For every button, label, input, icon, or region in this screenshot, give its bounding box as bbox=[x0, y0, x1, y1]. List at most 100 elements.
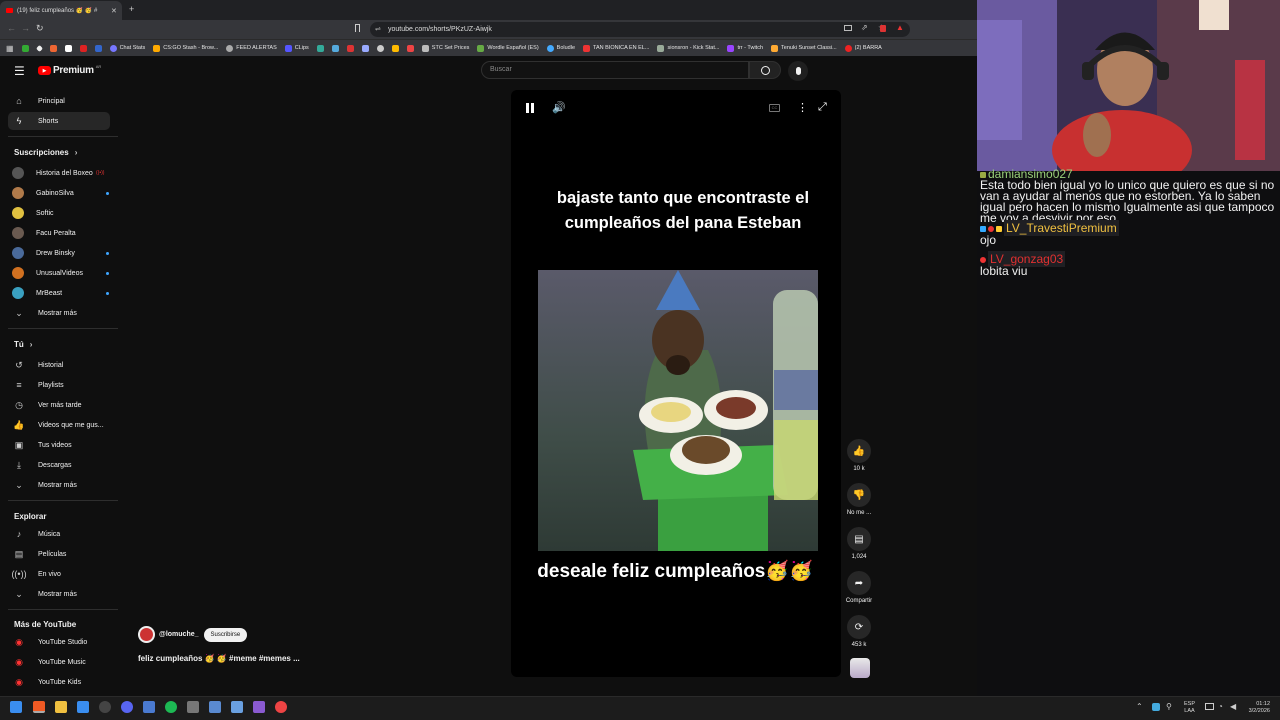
channel-handle[interactable]: @lomuche_ bbox=[159, 631, 199, 638]
sidebar-subscription[interactable]: GabinoSilva bbox=[8, 184, 110, 202]
dislike-action[interactable]: 👎 No me ... bbox=[843, 483, 875, 516]
bookmark-stc-set-prices[interactable]: STC Set Prices bbox=[421, 44, 469, 52]
app-icon[interactable] bbox=[143, 701, 155, 713]
bookmark-icon[interactable] bbox=[331, 44, 339, 52]
like-action[interactable]: 👍 10 k bbox=[843, 439, 875, 472]
bookmark-icon[interactable] bbox=[35, 44, 43, 52]
bookmark-feed-alertas[interactable]: FEED ALERTAS bbox=[226, 44, 277, 52]
apps-grid-icon[interactable]: ▦ bbox=[6, 44, 14, 53]
tray-chevron-icon[interactable]: ⌃ bbox=[1136, 702, 1143, 711]
bookmark-icon[interactable] bbox=[64, 44, 72, 52]
language-indicator[interactable]: ESP LAA bbox=[1184, 701, 1195, 715]
app-icon[interactable] bbox=[77, 701, 89, 713]
extension-shield-icon[interactable] bbox=[880, 25, 886, 32]
sidebar-item-your-videos[interactable]: ▣ Tus videos bbox=[8, 436, 110, 454]
remix-action[interactable]: ⟳ 453 k bbox=[843, 615, 875, 648]
sidebar-item-playlists[interactable]: ≡ Playlists bbox=[8, 376, 110, 394]
search-input[interactable]: Buscar bbox=[481, 61, 749, 79]
sidebar-item-watch-later[interactable]: ◷ Ver más tarde bbox=[8, 396, 110, 414]
sidebar-item-music[interactable]: ♪ Música bbox=[8, 525, 110, 543]
wifi-icon[interactable]: ◔ bbox=[1218, 702, 1223, 711]
remix-icon[interactable]: ⟳ bbox=[847, 615, 871, 639]
bookmark-icon[interactable] bbox=[49, 44, 57, 52]
chat-username[interactable]: LV_TravestiPremium bbox=[1004, 220, 1119, 236]
bookmark-icon[interactable] bbox=[21, 44, 29, 52]
captions-icon[interactable]: CC bbox=[769, 104, 780, 112]
sidebar-item-historial[interactable]: ↺ Historial bbox=[8, 356, 110, 374]
sidebar-item-youtube-music[interactable]: ◉ YouTube Music bbox=[8, 653, 110, 671]
bookmark-clips[interactable]: CLips bbox=[284, 44, 309, 52]
sidebar-subscription[interactable]: Softic bbox=[8, 204, 110, 222]
audio-thumbnail[interactable] bbox=[850, 658, 870, 678]
bookmark-icon[interactable] bbox=[79, 44, 87, 52]
site-info-icon[interactable]: ⇌ bbox=[375, 25, 381, 33]
brave-browser-icon[interactable] bbox=[33, 701, 45, 713]
app-icon[interactable] bbox=[253, 701, 265, 713]
bookmark-csgo-stash[interactable]: CS:GO Stash - Brow... bbox=[153, 44, 218, 52]
back-icon[interactable]: ← bbox=[7, 23, 16, 33]
sidebar-item-liked-videos[interactable]: 👍 Videos que me gus... bbox=[8, 416, 110, 434]
sidebar-item-youtube-kids[interactable]: ◉ YouTube Kids bbox=[8, 673, 110, 691]
app-icon[interactable] bbox=[209, 701, 221, 713]
new-tab-icon[interactable]: + bbox=[129, 4, 134, 14]
thumbs-down-icon[interactable]: 👎 bbox=[847, 483, 871, 507]
sidebar-subscription[interactable]: Facu Peralta bbox=[8, 224, 110, 242]
discord-icon[interactable] bbox=[121, 701, 133, 713]
sidebar-subscription[interactable]: Historia del Boxeo ((•)) bbox=[8, 164, 110, 182]
subscribe-button[interactable]: Suscribirse bbox=[203, 627, 248, 642]
pause-icon[interactable] bbox=[526, 103, 534, 113]
windows-start-icon[interactable] bbox=[10, 701, 22, 713]
chrome-icon[interactable] bbox=[275, 701, 287, 713]
close-tab-icon[interactable]: ✕ bbox=[111, 7, 117, 15]
cast-icon[interactable] bbox=[844, 25, 852, 31]
reload-icon[interactable]: ↻ bbox=[36, 23, 44, 34]
you-header[interactable]: Tú › bbox=[14, 340, 32, 349]
comments-action[interactable]: ▤ 1,024 bbox=[843, 527, 875, 560]
share-icon[interactable]: ➦ bbox=[847, 571, 871, 595]
sidebar-item-youtube-studio[interactable]: ◉ YouTube Studio bbox=[8, 633, 110, 651]
file-explorer-icon[interactable] bbox=[55, 701, 67, 713]
comment-icon[interactable]: ▤ bbox=[847, 527, 871, 551]
bookmark-icon[interactable] bbox=[376, 44, 384, 52]
bookmark-icon[interactable] bbox=[346, 44, 354, 52]
bookmark-icon[interactable] bbox=[316, 44, 324, 52]
voice-search-button[interactable] bbox=[788, 61, 808, 81]
show-more-you[interactable]: ⌄ Mostrar más bbox=[8, 476, 110, 494]
bookmark-kick-stats[interactable]: sionsron - Kick Stat... bbox=[657, 44, 719, 52]
clock[interactable]: 01:12 3/2/2026 bbox=[1234, 701, 1270, 715]
hamburger-menu-icon[interactable]: ☰ bbox=[14, 64, 25, 78]
url-field[interactable]: youtube.com/shorts/PKzUZ-Aiwjk bbox=[370, 22, 910, 37]
sidebar-item-downloads[interactable]: ⤓ Descargas bbox=[8, 456, 110, 474]
sidebar-subscription[interactable]: UnusualVideos bbox=[8, 264, 110, 282]
bookmark-page-icon[interactable] bbox=[355, 24, 360, 32]
app-icon[interactable] bbox=[187, 701, 199, 713]
share-page-icon[interactable]: ⇗ bbox=[861, 23, 868, 32]
fullscreen-icon[interactable]: ⤢ bbox=[818, 101, 827, 114]
show-more-explore[interactable]: ⌄ Mostrar más bbox=[8, 585, 110, 603]
bookmark-chat-stats[interactable]: Chat Stats bbox=[109, 44, 145, 52]
sidebar-subscription[interactable]: MrBeast bbox=[8, 284, 110, 302]
share-action[interactable]: ➦ Compartir bbox=[843, 571, 875, 604]
bookmark-boludle[interactable]: Boludle bbox=[546, 44, 575, 52]
thumbs-up-icon[interactable]: 👍 bbox=[847, 439, 871, 463]
search-button[interactable] bbox=[749, 61, 781, 79]
sidebar-subscription[interactable]: Drew Binsky bbox=[8, 244, 110, 262]
show-more-subscriptions[interactable]: ⌄ Mostrar más bbox=[8, 304, 110, 322]
bookmark-barra[interactable]: (2) BARRA bbox=[844, 44, 882, 52]
channel-avatar[interactable] bbox=[138, 626, 155, 643]
app-icon[interactable] bbox=[231, 701, 243, 713]
sidebar-item-principal[interactable]: ⌂ Principal bbox=[8, 92, 110, 110]
tray-app-icon[interactable] bbox=[1152, 703, 1160, 711]
obs-icon[interactable] bbox=[99, 701, 111, 713]
network-icon[interactable]: ⚲ bbox=[1166, 702, 1172, 711]
subscriptions-header[interactable]: Suscripciones › bbox=[14, 148, 77, 157]
bookmark-icon[interactable] bbox=[94, 44, 102, 52]
sidebar-item-shorts[interactable]: ϟ Shorts bbox=[8, 112, 110, 130]
sidebar-item-movies[interactable]: ▤ Películas bbox=[8, 545, 110, 563]
youtube-logo[interactable]: ▶ Premium AR bbox=[38, 64, 101, 76]
bookmark-icon[interactable] bbox=[361, 44, 369, 52]
bookmark-twitch[interactable]: trr - Twitch bbox=[727, 44, 763, 52]
volume-icon[interactable]: 🔊 bbox=[552, 101, 566, 114]
browser-tab[interactable]: (19) feliz cumpleaños 🥳 🥳 # ✕ bbox=[0, 1, 122, 20]
alert-icon[interactable]: ▲ bbox=[896, 23, 904, 32]
